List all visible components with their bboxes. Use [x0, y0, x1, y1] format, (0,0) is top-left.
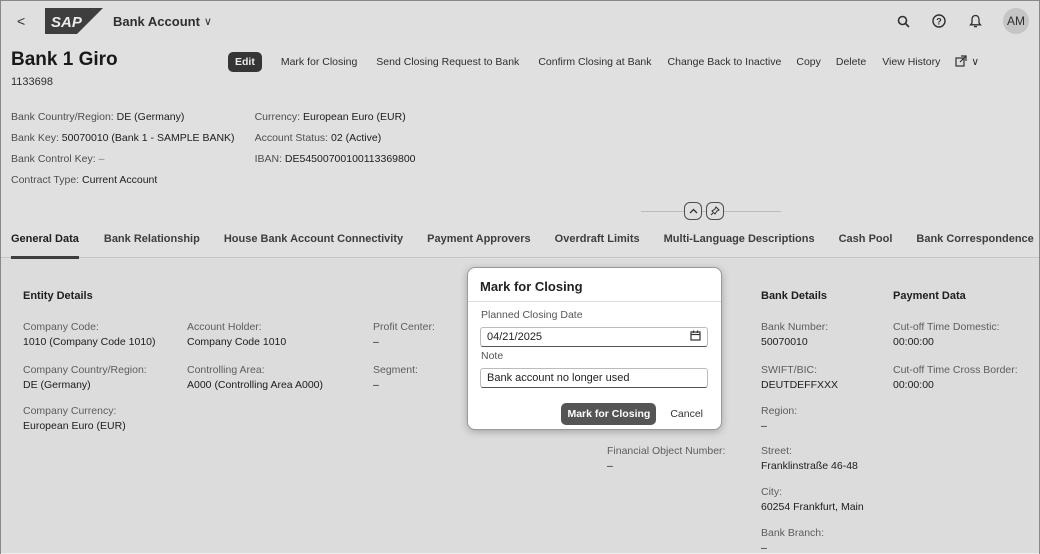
shell-bar: < SAP Bank Account ∨ ? AM: [1, 1, 1039, 41]
tab-bank-relationship[interactable]: Bank Relationship: [104, 221, 200, 258]
tab-general-data[interactable]: General Data: [11, 221, 79, 259]
help-icon[interactable]: ?: [931, 13, 947, 29]
bank-control-key-attr: Bank Control Key: –: [11, 153, 105, 165]
view-history-button[interactable]: View History: [882, 56, 940, 68]
dialog-divider: [468, 301, 721, 302]
object-header: Bank 1 Giro 1133698 Edit Mark for Closin…: [1, 41, 1039, 221]
city-field: City: 60254 Frankfurt, Main: [761, 486, 864, 513]
share-menu-button[interactable]: ∨: [955, 54, 980, 70]
sap-logo[interactable]: SAP: [45, 8, 103, 34]
financial-object-number-field: Financial Object Number: –: [607, 445, 726, 472]
bell-icon[interactable]: [967, 13, 983, 29]
header-attributes-right: Currency: European Euro (EUR) Account St…: [255, 111, 416, 189]
user-avatar[interactable]: AM: [1003, 8, 1029, 34]
controlling-area-field: Controlling Area: A000 (Controlling Area …: [187, 364, 324, 391]
bank-key-attr: Bank Key: 50070010 (Bank 1 - SAMPLE BANK…: [11, 132, 235, 144]
cutoff-cross-border-field: Cut-off Time Cross Border: 00:00:00: [893, 364, 1018, 391]
svg-text:?: ?: [936, 17, 942, 27]
planned-closing-date-label: Planned Closing Date: [481, 309, 583, 321]
header-attributes-left: Bank Country/Region: DE (Germany) Bank K…: [11, 111, 235, 189]
chevron-down-icon: ∨: [971, 56, 980, 68]
account-holder-field: Account Holder: Company Code 1010: [187, 321, 287, 348]
swift-bic-field: SWIFT/BIC: DEUTDEFFXXX: [761, 364, 839, 391]
company-country-field: Company Country/Region: DE (Germany): [23, 364, 147, 391]
account-status-attr: Account Status: 02 (Active): [254, 132, 382, 144]
dialog-title: Mark for Closing: [480, 279, 583, 294]
bank-country-attr: Bank Country/Region: DE (Germany): [11, 111, 185, 123]
currency-attr: Currency: European Euro (EUR): [254, 111, 406, 123]
tab-cash-pool[interactable]: Cash Pool: [839, 221, 893, 258]
tab-multi-language-descriptions[interactable]: Multi-Language Descriptions: [664, 221, 815, 258]
tab-payment-approvers[interactable]: Payment Approvers: [427, 221, 531, 258]
entity-details-title: Entity Details: [23, 290, 93, 302]
mark-for-closing-dialog: Mark for Closing Planned Closing Date 04…: [467, 267, 722, 430]
confirm-mark-for-closing-button[interactable]: Mark for Closing: [561, 403, 657, 425]
planned-closing-date-input[interactable]: 04/21/2025: [480, 327, 708, 347]
mark-for-closing-button[interactable]: Mark for Closing: [281, 56, 357, 68]
company-currency-field: Company Currency: European Euro (EUR): [23, 405, 126, 432]
change-back-inactive-button[interactable]: Change Back to Inactive: [668, 56, 782, 68]
send-closing-request-button[interactable]: Send Closing Request to Bank: [376, 56, 519, 68]
copy-button[interactable]: Copy: [796, 56, 821, 68]
chevron-down-icon: ∨: [203, 15, 212, 28]
street-field: Street: Franklinstraße 46-48: [761, 445, 858, 472]
cancel-button[interactable]: Cancel: [664, 403, 709, 425]
collapse-header-button[interactable]: [684, 202, 702, 220]
segment-field: Segment: –: [373, 364, 418, 391]
iban-attr: IBAN: DE54500700100113369800: [254, 153, 416, 165]
page-subtitle: 1133698: [11, 76, 54, 88]
tab-house-bank-account-connectivity[interactable]: House Bank Account Connectivity: [224, 221, 403, 258]
bank-details-title: Bank Details: [761, 290, 828, 302]
page-title: Bank 1 Giro: [11, 49, 118, 70]
edit-button[interactable]: Edit: [228, 52, 262, 72]
cutoff-domestic-field: Cut-off Time Domestic: 00:00:00: [893, 321, 1000, 348]
region-field: Region: –: [761, 405, 798, 432]
tab-overdraft-limits[interactable]: Overdraft Limits: [555, 221, 640, 258]
app-title-menu[interactable]: Bank Account ∨: [113, 14, 212, 29]
note-input[interactable]: Bank account no longer used: [480, 368, 708, 388]
delete-button[interactable]: Delete: [836, 56, 866, 68]
section-tabs: General Data Bank Relationship House Ban…: [1, 221, 1039, 259]
calendar-icon[interactable]: [690, 330, 701, 344]
profit-center-field: Profit Center: –: [373, 321, 435, 348]
note-label: Note: [481, 350, 504, 362]
tab-bank-correspondence[interactable]: Bank Correspondence: [916, 221, 1033, 258]
header-toolbar: Edit Mark for Closing Send Closing Reque…: [228, 52, 979, 72]
company-code-field: Company Code: 1010 (Company Code 1010): [23, 321, 156, 348]
search-icon[interactable]: [895, 13, 911, 29]
app-title: Bank Account: [113, 13, 200, 29]
confirm-closing-button[interactable]: Confirm Closing at Bank: [538, 56, 651, 68]
planned-closing-date-value: 04/21/2025: [487, 331, 543, 343]
payment-data-title: Payment Data: [893, 290, 966, 302]
bank-number-field: Bank Number: 50070010: [761, 321, 829, 348]
note-value: Bank account no longer used: [487, 372, 630, 384]
share-icon: [955, 54, 967, 70]
back-icon[interactable]: <: [17, 13, 31, 29]
contract-type-attr: Contract Type: Current Account: [11, 174, 158, 186]
pin-header-button[interactable]: [706, 202, 724, 220]
bank-branch-field: Bank Branch: –: [761, 527, 825, 554]
svg-text:SAP: SAP: [51, 14, 83, 31]
